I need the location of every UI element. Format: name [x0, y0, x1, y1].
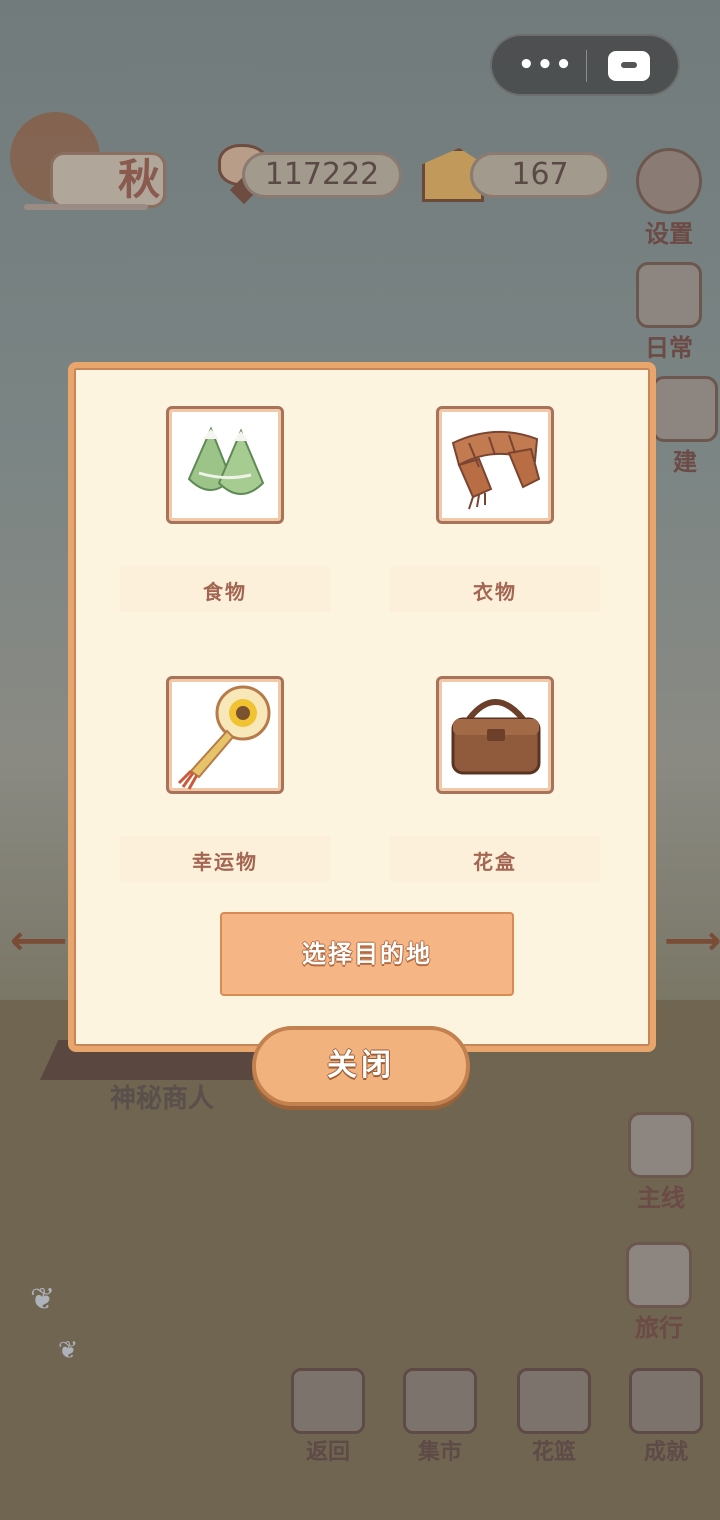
category-flower-box[interactable]: 花盒	[390, 676, 600, 882]
travel-button[interactable]: 旅行	[624, 1242, 694, 1343]
nav-market[interactable]: 集市	[400, 1368, 480, 1466]
window-icon	[291, 1368, 365, 1434]
nav-back-label: 返回	[305, 1440, 350, 1465]
settings-label: 设置	[645, 220, 693, 248]
category-flower-box-label: 花盒	[473, 850, 517, 874]
fish-counter: 117222	[242, 152, 402, 198]
nav-achievements[interactable]: 成就	[626, 1368, 706, 1466]
category-clothing[interactable]: 衣物	[390, 406, 600, 612]
trophy-icon	[629, 1368, 703, 1434]
more-menu-icon[interactable]: •••	[518, 50, 574, 80]
butterfly-icon: ❦	[58, 1336, 79, 1364]
travel-label: 旅行	[635, 1314, 683, 1342]
arrow-right-icon[interactable]: ⟶	[664, 918, 720, 964]
build-hammer-icon	[652, 376, 718, 442]
season-label: 秋	[118, 155, 161, 204]
nav-achievements-label: 成就	[643, 1440, 688, 1465]
zongzi-food-icon	[166, 406, 284, 524]
mountain-dragonfly-icon	[626, 1242, 692, 1308]
sunflower-charm-icon	[166, 676, 284, 794]
main-quest-button[interactable]: 主线	[626, 1112, 696, 1213]
mystery-merchant-label: 神秘商人	[110, 1084, 215, 1114]
cheese-counter: 167	[470, 152, 610, 198]
flower-box-icon	[436, 676, 554, 794]
quest-scroll-icon	[628, 1112, 694, 1178]
arrow-left-icon[interactable]: ⟵	[10, 918, 67, 964]
butterfly-icon: ❦	[30, 1282, 56, 1317]
daily-label: 日常	[645, 334, 693, 362]
build-button[interactable]: 建	[650, 376, 720, 477]
category-food-label: 食物	[203, 580, 247, 604]
nav-flower-basket-label: 花篮	[531, 1440, 576, 1465]
category-lucky-charm[interactable]: 幸运物	[120, 676, 330, 882]
mini-program-capsule: •••	[490, 34, 680, 96]
category-lucky-charm-label: 幸运物	[192, 850, 258, 874]
nav-flower-basket[interactable]: 花篮	[514, 1368, 594, 1466]
scarf-clothing-icon	[436, 406, 554, 524]
season-indicator: 秋	[10, 112, 166, 212]
choose-destination-button[interactable]: 选择目的地	[220, 912, 514, 996]
main-quest-label: 主线	[637, 1184, 685, 1212]
season-progress-bar	[24, 204, 148, 210]
gamepad-icon[interactable]	[608, 51, 650, 81]
gear-icon	[636, 148, 702, 214]
close-button[interactable]: 关闭	[252, 1026, 470, 1106]
build-label: 建	[673, 448, 697, 476]
nav-market-label: 集市	[417, 1440, 462, 1465]
category-clothing-label: 衣物	[473, 580, 517, 604]
category-food[interactable]: 食物	[120, 406, 330, 612]
daily-button[interactable]: 日常	[634, 262, 704, 363]
travel-pack-dialog: 食物 衣物 幸运物 花盒 选择目的地	[68, 362, 656, 1052]
flower-basket-icon	[517, 1368, 591, 1434]
market-stall-icon	[403, 1368, 477, 1434]
daily-notes-icon	[636, 262, 702, 328]
nav-back[interactable]: 返回	[288, 1368, 368, 1466]
capsule-divider	[586, 50, 587, 82]
settings-button[interactable]: 设置	[634, 148, 704, 249]
